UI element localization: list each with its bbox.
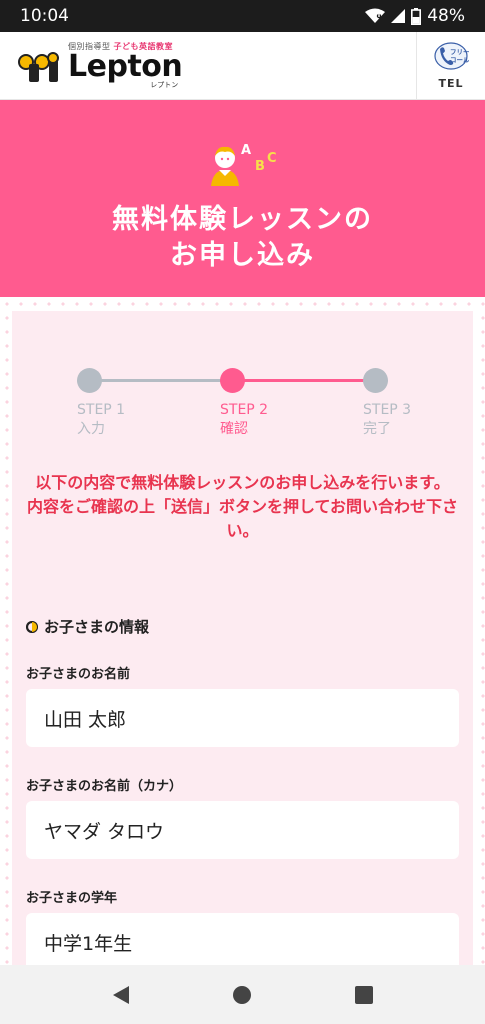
logo-kana: レプトン	[150, 81, 179, 89]
step-2-text: STEP 2 確認	[220, 401, 268, 439]
step-1-dot	[77, 368, 102, 393]
recents-icon[interactable]	[334, 970, 394, 1020]
section-title-child-info: お子さまの情報	[26, 616, 149, 637]
logo-text: 個別指導型 子ども英語教室 Lepton レプトン	[68, 41, 183, 90]
hero-title: 無料体験レッスンの お申し込み	[112, 202, 373, 274]
status-icons: 48%	[365, 6, 465, 26]
svg-text:B: B	[255, 159, 265, 174]
field-label-child-name: お子さまのお名前	[26, 667, 131, 682]
step-1-label: STEP 1	[77, 402, 126, 418]
field-value-child-kana: ヤマダ タロウ	[26, 801, 459, 859]
hero-title-line1: 無料体験レッスンの	[112, 204, 373, 235]
child-abc-icon: A B C	[205, 142, 281, 192]
hero-title-line2: お申し込み	[170, 240, 315, 271]
signal-icon	[391, 9, 406, 23]
step-3-dot	[363, 368, 388, 393]
field-label-child-grade: お子さまの学年	[26, 891, 118, 906]
step-1-sub: 入力	[77, 421, 105, 437]
field-value-child-grade: 中学1年生	[26, 913, 459, 965]
section-bullet-icon	[26, 620, 38, 633]
step-2-dot	[220, 368, 245, 393]
step-3-label: STEP 3	[363, 402, 412, 418]
battery-percent: 48%	[427, 6, 465, 26]
stepper-line-active	[232, 379, 375, 382]
tel-label: TEL	[438, 77, 464, 90]
lepton-logo[interactable]: 個別指導型 子ども英語教室 Lepton レプトン	[0, 32, 416, 99]
home-icon[interactable]	[212, 970, 272, 1020]
logo-wordmark: Lepton	[68, 49, 183, 84]
stepper: STEP 1 入力 STEP 2 確認 STEP 3 完了	[12, 351, 473, 441]
step-2-label: STEP 2	[220, 402, 269, 418]
notice-line1: 以下の内容で無料体験レッスンのお申し込みを行います。	[35, 473, 450, 492]
status-time: 10:04	[20, 6, 69, 26]
svg-text:A: A	[241, 143, 251, 158]
battery-icon	[411, 7, 422, 25]
back-icon[interactable]	[91, 970, 151, 1020]
tel-button[interactable]: フリー コール TEL	[416, 32, 485, 99]
status-bar: 10:04 48%	[0, 0, 485, 32]
phone-freecall-icon: フリー コール	[433, 41, 470, 75]
stepper-line-completed	[89, 379, 232, 382]
field-value-child-name: 山田 太郎	[26, 689, 459, 747]
svg-text:コール: コール	[450, 56, 469, 64]
step-1-text: STEP 1 入力	[77, 401, 125, 439]
notice-line2: 内容をご確認の上「送信」ボタンを押してお問い合わせ下さい。	[26, 497, 459, 540]
hero-banner: A B C 無料体験レッスンの お申し込み	[0, 100, 485, 297]
app-header: 個別指導型 子ども英語教室 Lepton レプトン フリー コール TEL	[0, 32, 485, 100]
confirm-card: STEP 1 入力 STEP 2 確認 STEP 3 完了 以下の内容で無料体験…	[12, 311, 473, 965]
system-nav-bar	[0, 965, 485, 1024]
step-3-sub: 完了	[363, 421, 391, 437]
content-area[interactable]: STEP 1 入力 STEP 2 確認 STEP 3 完了 以下の内容で無料体験…	[0, 297, 485, 965]
section-title-text: お子さまの情報	[44, 618, 150, 636]
svg-text:フリー: フリー	[450, 48, 469, 56]
field-label-child-kana: お子さまのお名前（カナ）	[26, 779, 183, 794]
confirm-notice: 以下の内容で無料体験レッスンのお申し込みを行います。 内容をご確認の上「送信」ボ…	[24, 471, 461, 543]
wifi-icon	[365, 8, 386, 24]
step-3-text: STEP 3 完了	[363, 401, 411, 439]
logo-mark-icon	[16, 46, 64, 86]
step-2-sub: 確認	[220, 421, 248, 437]
svg-text:C: C	[267, 151, 277, 166]
